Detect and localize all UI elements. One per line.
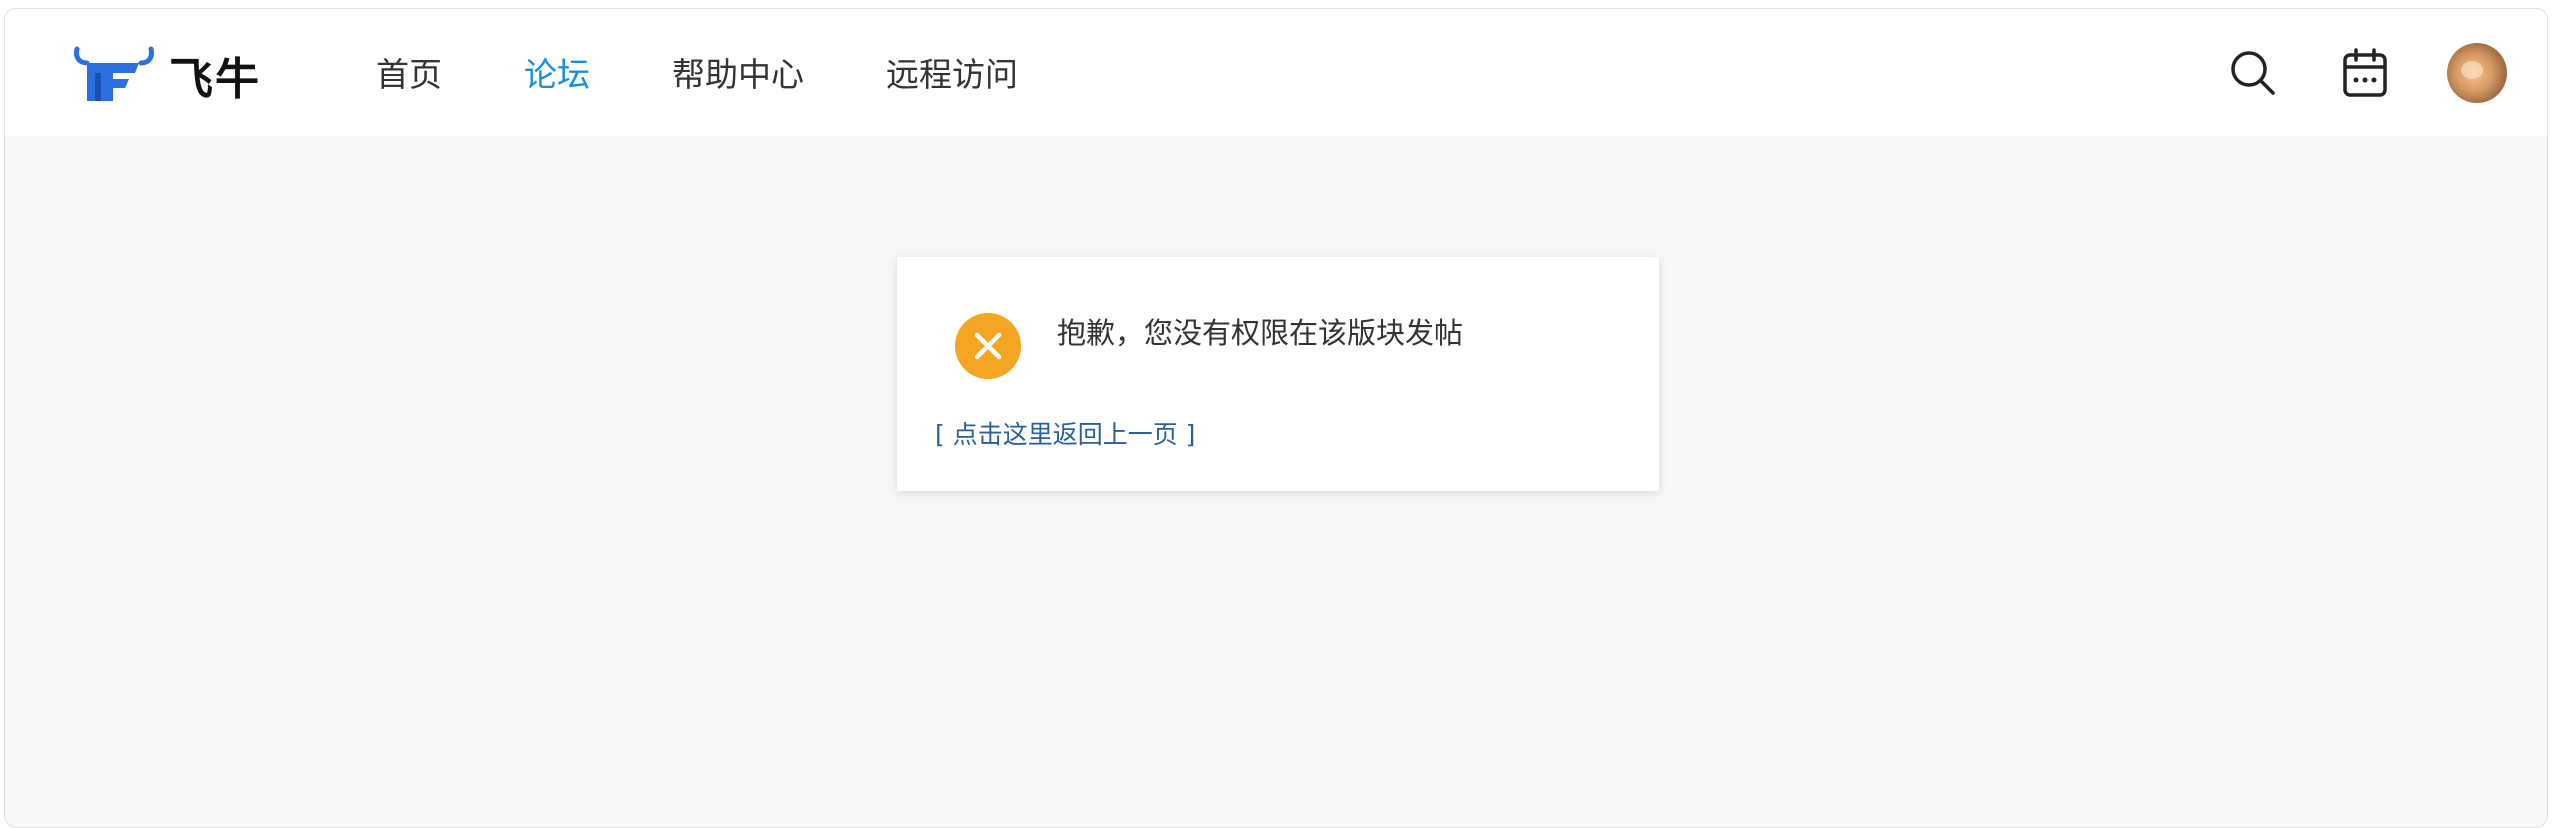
- nav-remote-access[interactable]: 远程访问: [886, 55, 1018, 95]
- calendar-icon[interactable]: [2335, 43, 2395, 103]
- bull-logo-icon: [74, 46, 154, 101]
- header-actions: [2171, 43, 2507, 103]
- logo[interactable]: 飞牛: [73, 43, 261, 107]
- back-link[interactable]: [ 点击这里返回上一页 ]: [935, 417, 1195, 453]
- message-card: 抱歉，您没有权限在该版块发帖 [ 点击这里返回上一页 ]: [897, 257, 1659, 491]
- user-avatar[interactable]: [2447, 43, 2507, 103]
- search-icon[interactable]: [2223, 43, 2283, 103]
- error-message: 抱歉，您没有权限在该版块发帖: [1057, 316, 1464, 350]
- nav-home[interactable]: 首页: [376, 55, 442, 95]
- logo-text: 飞牛: [169, 54, 261, 105]
- nav-forum[interactable]: 论坛: [524, 55, 590, 95]
- main-nav: 首页 论坛 帮助中心 远程访问: [376, 55, 1100, 95]
- top-header: 飞牛 首页 论坛 帮助中心 远程访问: [5, 9, 2547, 136]
- page-frame: 飞牛 首页 论坛 帮助中心 远程访问 抱歉，您没有权限在该版块发帖 [点击这里…: [4, 8, 2548, 828]
- error-circle-icon: [955, 313, 1021, 379]
- nav-help-center[interactable]: 帮助中心: [672, 55, 804, 95]
